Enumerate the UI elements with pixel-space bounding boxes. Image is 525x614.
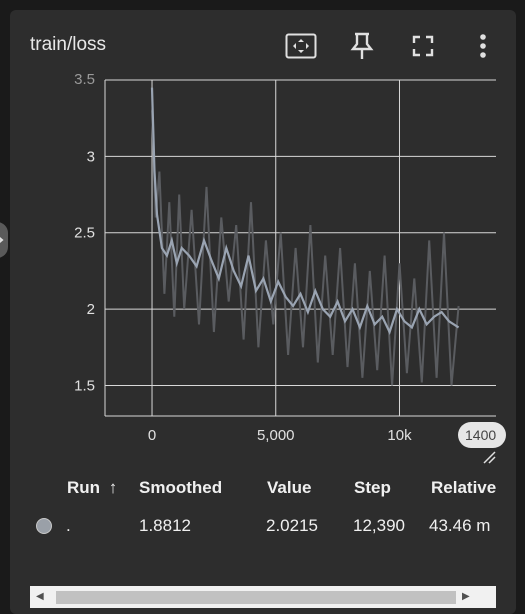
resize-handle-icon[interactable] bbox=[482, 450, 496, 464]
cell-smoothed: 1.8812 bbox=[139, 516, 191, 535]
header-smoothed[interactable]: Smoothed bbox=[139, 478, 222, 498]
y-tick-label: 2 bbox=[87, 301, 95, 318]
y-tick-label: 2.5 bbox=[74, 225, 95, 242]
cell-step: 12,390 bbox=[353, 516, 405, 535]
raw-series-line bbox=[151, 110, 460, 386]
header-run[interactable]: Run ↑ bbox=[67, 478, 117, 498]
x-axis-extent-badge[interactable]: 1400 bbox=[458, 422, 506, 448]
scroll-right-icon[interactable]: ▶ bbox=[462, 591, 470, 602]
y-tick-label-partial: 3.5 bbox=[74, 71, 95, 88]
loss-chart[interactable]: 1.5 2 2.5 3 3.5 0 5,000 10k bbox=[10, 10, 516, 460]
chart-tick-labels: 1.5 2 2.5 3 3.5 0 5,000 10k bbox=[74, 71, 412, 444]
run-color-swatch[interactable] bbox=[36, 518, 52, 534]
header-value[interactable]: Value bbox=[267, 478, 311, 498]
y-tick-label: 3 bbox=[87, 148, 95, 165]
x-tick-label: 5,000 bbox=[257, 427, 295, 444]
cell-run: . bbox=[66, 516, 71, 535]
arrow-up-icon: ↑ bbox=[108, 478, 118, 497]
scalar-card: train/loss 1.5 2 2.5 3 3.5 0 5,000 10k 1400 bbox=[10, 10, 516, 614]
chart-raw-series bbox=[151, 110, 460, 386]
header-step[interactable]: Step bbox=[354, 478, 391, 498]
horizontal-scrollbar[interactable]: ◀ ▶ bbox=[30, 586, 496, 608]
scroll-thumb[interactable] bbox=[56, 591, 456, 604]
scroll-left-icon[interactable]: ◀ bbox=[36, 591, 44, 602]
x-tick-label: 0 bbox=[148, 427, 156, 444]
y-tick-label: 1.5 bbox=[74, 377, 95, 394]
cell-relative: 43.46 m bbox=[429, 516, 491, 535]
sidebar-collapse-handle[interactable] bbox=[0, 222, 8, 258]
x-tick-label: 10k bbox=[387, 427, 412, 444]
cell-value: 2.0215 bbox=[266, 516, 318, 535]
chevron-right-icon bbox=[0, 237, 4, 243]
header-relative[interactable]: Relative bbox=[431, 478, 496, 498]
